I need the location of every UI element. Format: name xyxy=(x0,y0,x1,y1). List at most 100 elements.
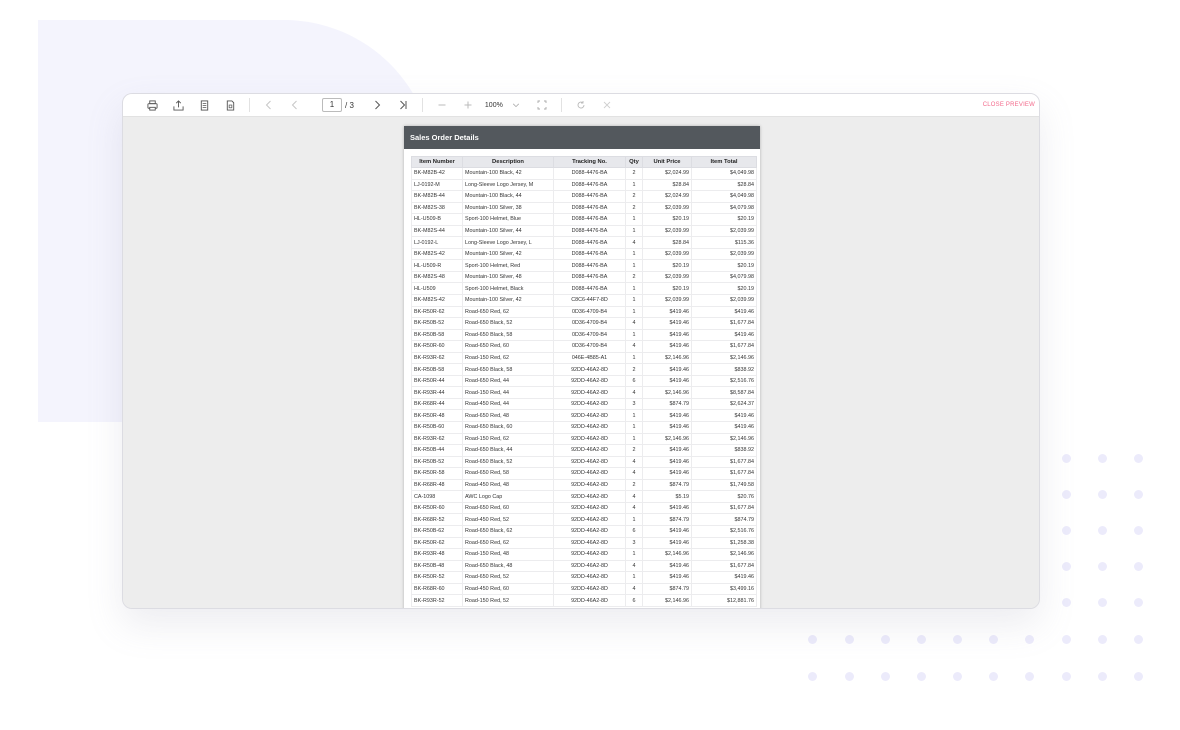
cell-quantity: 2 xyxy=(625,190,643,203)
cell-tracking-number: 92DD-46A2-8D xyxy=(553,444,626,457)
cell-item-number: BK-M82S-42 xyxy=(411,294,463,307)
cell-description: Road-150 Red, 48 xyxy=(462,548,554,561)
close-preview-button[interactable]: CLOSE PREVIEW xyxy=(983,94,1035,116)
cell-unit-price: $419.46 xyxy=(642,456,692,469)
table-row: HL-U509 Sport-100 Helmet, Black D088-4476-… xyxy=(411,282,757,295)
table-row: BK-M82S-44 Mountain-100 Silver, 44 D088-44… xyxy=(411,225,757,238)
table-row: BK-R50R-62 Road-650 Red, 62 92DD-46A2-8D 3 $… xyxy=(411,537,757,550)
table-row: BK-R68R-44 Road-450 Red, 44 92DD-46A2-8D 3 $… xyxy=(411,398,757,411)
stop-icon[interactable] xyxy=(594,94,620,116)
table-row: BK-M82S-42 Mountain-100 Silver, 42 C8C6-44… xyxy=(411,294,757,307)
decorative-dot xyxy=(1134,598,1143,607)
decorative-dot xyxy=(953,672,962,681)
column-header-description: Description xyxy=(462,156,554,168)
cell-item-total: $28.84 xyxy=(691,179,757,192)
previous-page-icon[interactable] xyxy=(282,94,308,116)
decorative-dot xyxy=(1098,598,1107,607)
zoom-level-select[interactable]: 100% xyxy=(485,102,503,109)
cell-item-total: $2,146.96 xyxy=(691,352,757,365)
cell-unit-price: $419.46 xyxy=(642,317,692,330)
cell-quantity: 4 xyxy=(625,386,643,399)
cell-item-total: $20.19 xyxy=(691,282,757,295)
page-number-input[interactable]: 1 xyxy=(322,98,342,112)
cell-description: Road-450 Red, 52 xyxy=(462,513,554,526)
cell-quantity: 1 xyxy=(625,513,643,526)
cell-tracking-number: 92DD-46A2-8D xyxy=(553,456,626,469)
cell-description: Mountain-100 Black, 44 xyxy=(462,190,554,203)
decorative-dot xyxy=(845,635,854,644)
cell-description: Road-650 Red, 62 xyxy=(462,306,554,319)
cell-unit-price: $419.46 xyxy=(642,306,692,319)
cell-description: Road-450 Red, 48 xyxy=(462,479,554,492)
cell-tracking-number: D088-4476-BA xyxy=(553,225,626,238)
fit-to-page-icon[interactable] xyxy=(529,94,555,116)
zoom-in-icon[interactable] xyxy=(455,94,481,116)
cell-item-total: $1,677.84 xyxy=(691,467,757,480)
decorative-dot xyxy=(1098,635,1107,644)
cell-quantity: 1 xyxy=(625,548,643,561)
table-row: BK-R68R-48 Road-450 Red, 48 92DD-46A2-8D 2 $… xyxy=(411,479,757,492)
table-row: BK-R50R-60 Road-650 Red, 60 0D36-4709-B4 4 $… xyxy=(411,340,757,353)
column-header-unit-price: Unit Price xyxy=(642,156,692,168)
next-page-icon[interactable] xyxy=(364,94,390,116)
page-setup-icon[interactable] xyxy=(191,94,217,116)
cell-item-number: BK-R68R-44 xyxy=(411,398,463,411)
cell-tracking-number: 92DD-46A2-8D xyxy=(553,479,626,492)
cell-description: Road-650 Red, 44 xyxy=(462,375,554,388)
column-header-item-total: Item Total xyxy=(691,156,757,168)
cell-item-total: $2,146.96 xyxy=(691,548,757,561)
chevron-down-icon[interactable] xyxy=(503,94,529,116)
cell-item-total: $1,677.84 xyxy=(691,502,757,515)
cell-quantity: 1 xyxy=(625,306,643,319)
cell-description: Mountain-100 Silver, 48 xyxy=(462,271,554,284)
zoom-out-icon[interactable] xyxy=(429,94,455,116)
cell-unit-price: $419.46 xyxy=(642,502,692,515)
table-row: BK-R50B-58 Road-650 Black, 58 92DD-46A2-8D… xyxy=(411,363,757,376)
cell-item-number: BK-R50B-48 xyxy=(411,560,463,573)
cell-unit-price: $2,146.96 xyxy=(642,352,692,365)
table-row: BK-M82S-42 Mountain-100 Silver, 42 D088-44… xyxy=(411,248,757,261)
cell-item-total: $1,677.84 xyxy=(691,340,757,353)
cell-quantity: 1 xyxy=(625,248,643,261)
cell-item-total: $2,039.99 xyxy=(691,248,757,261)
cell-item-number: BK-R50B-52 xyxy=(411,456,463,469)
cell-quantity: 4 xyxy=(625,583,643,596)
cell-unit-price: $20.19 xyxy=(642,259,692,272)
print-icon[interactable] xyxy=(139,94,165,116)
cell-item-number: BK-R50R-60 xyxy=(411,340,463,353)
cell-description: Road-650 Red, 62 xyxy=(462,537,554,550)
toolbar-separator xyxy=(560,98,562,112)
cell-quantity: 2 xyxy=(625,444,643,457)
toolbar-separator xyxy=(421,98,423,112)
decorative-dot xyxy=(1098,526,1107,535)
last-page-icon[interactable] xyxy=(390,94,416,116)
cell-tracking-number: 92DD-46A2-8D xyxy=(553,398,626,411)
cell-description: Mountain-100 Silver, 44 xyxy=(462,225,554,238)
cell-unit-price: $419.46 xyxy=(642,363,692,376)
cell-unit-price: $419.46 xyxy=(642,421,692,434)
cell-tracking-number: D088-4476-BA xyxy=(553,271,626,284)
cell-item-total: $20.19 xyxy=(691,213,757,226)
cell-item-number: BK-M82B-44 xyxy=(411,190,463,203)
cell-item-number: BK-M82B-42 xyxy=(411,167,463,180)
table-row: BK-R50B-60 Road-650 Black, 60 92DD-46A2-8D… xyxy=(411,421,757,434)
export-icon[interactable] xyxy=(165,94,191,116)
cell-item-total: $2,516.76 xyxy=(691,525,757,538)
report-viewer-area[interactable]: Sales Order Details Item Number Descripti… xyxy=(123,117,1039,608)
cell-unit-price: $2,024.99 xyxy=(642,190,692,203)
toolbar-separator xyxy=(249,98,250,112)
cell-quantity: 4 xyxy=(625,467,643,480)
first-page-icon[interactable] xyxy=(256,94,282,116)
cell-description: Road-150 Red, 62 xyxy=(462,352,554,365)
cell-tracking-number: 92DD-46A2-8D xyxy=(553,490,626,503)
cell-description: Long-Sleeve Logo Jersey, M xyxy=(462,179,554,192)
cell-description: Road-650 Red, 48 xyxy=(462,409,554,423)
cell-item-total: $874.79 xyxy=(691,513,757,526)
print-layout-icon[interactable] xyxy=(217,94,243,116)
cell-description: Road-450 Red, 44 xyxy=(462,398,554,411)
table-row: BK-M82S-38 Mountain-100 Silver, 38 D088-44… xyxy=(411,202,757,215)
cell-quantity: 6 xyxy=(625,525,643,538)
cell-quantity: 1 xyxy=(625,282,643,295)
cell-item-number: LJ-0192-L xyxy=(411,236,463,249)
refresh-icon[interactable] xyxy=(568,94,594,116)
